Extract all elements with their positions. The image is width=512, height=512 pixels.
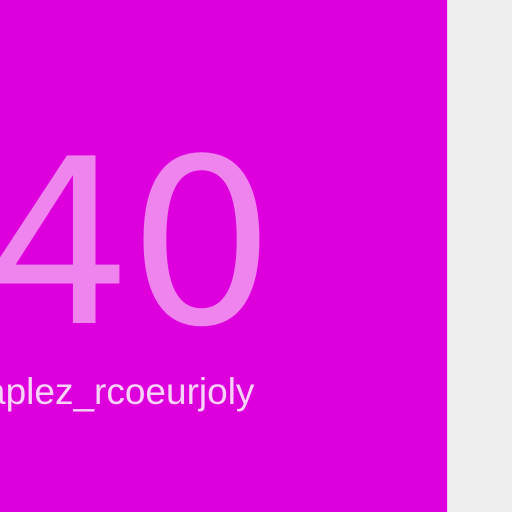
count-value: 40 <box>0 111 275 378</box>
user-stat-card[interactable]: 40 aplez_rcoeurjoly <box>0 0 447 512</box>
screen: 40 aplez_rcoeurjoly <box>0 0 512 512</box>
username-label: aplez_rcoeurjoly <box>0 371 255 412</box>
panel-divider <box>447 0 448 512</box>
